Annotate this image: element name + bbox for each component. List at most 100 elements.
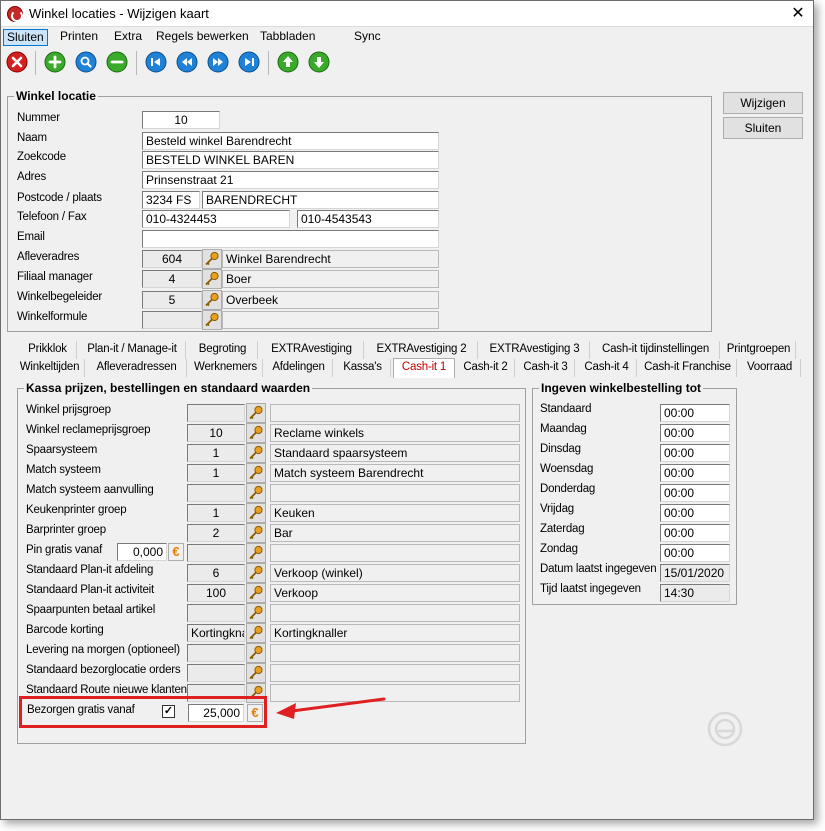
telefoon-field[interactable]: 010-4324453: [142, 210, 290, 228]
email-field[interactable]: [142, 230, 439, 248]
title-bar: Winkel locaties - Wijzigen kaart ✕: [1, 1, 813, 27]
ingeven-row-field[interactable]: 00:00: [660, 504, 730, 522]
zoekcode-field[interactable]: BESTELD WINKEL BAREN: [142, 151, 439, 169]
lookup-key-icon[interactable]: [246, 403, 266, 423]
postcode-label: Postcode / plaats: [17, 192, 102, 204]
tab-cash-it-1[interactable]: Cash-it 1: [393, 358, 455, 378]
lookup-key-icon[interactable]: [246, 443, 266, 463]
close-window-icon[interactable]: ✕: [787, 4, 809, 24]
nummer-field[interactable]: 10: [142, 111, 220, 129]
kassa-row-code-field[interactable]: 2: [187, 524, 245, 542]
menu-regels-bewerken[interactable]: Regels bewerken: [153, 29, 252, 46]
kassa-row-code-field[interactable]: [187, 544, 245, 562]
kassa-row-code-field[interactable]: 1: [187, 464, 245, 482]
kassa-row-code-field[interactable]: Kortingknall: [187, 624, 245, 642]
next-record-icon[interactable]: [207, 51, 229, 73]
tab-begroting[interactable]: Begroting: [188, 341, 258, 359]
kassa-row-code-field[interactable]: 1: [187, 504, 245, 522]
kassa-row-code-field[interactable]: 100: [187, 584, 245, 602]
postcode-field[interactable]: 3234 FS: [142, 191, 200, 209]
lookup-key-icon[interactable]: [246, 483, 266, 503]
tab-printgroepen[interactable]: Printgroepen: [722, 341, 796, 359]
lookup-key-icon[interactable]: [202, 290, 222, 310]
tab-winkeltijden[interactable]: Winkeltijden: [15, 359, 85, 377]
lookup-key-icon[interactable]: [246, 543, 266, 563]
pin-gratis-amount-field[interactable]: 0,000: [117, 543, 167, 561]
lookup-key-icon[interactable]: [246, 463, 266, 483]
filiaal-manager-code-field[interactable]: 4: [142, 270, 202, 288]
previous-record-icon[interactable]: [176, 51, 198, 73]
lookup-key-icon[interactable]: [246, 663, 266, 683]
sluiten-button[interactable]: Sluiten: [723, 117, 803, 139]
kassa-row-code-field[interactable]: [187, 484, 245, 502]
kassa-row-code-field[interactable]: 1: [187, 444, 245, 462]
tab-cash-it-franchise[interactable]: Cash-it Franchise: [639, 359, 737, 377]
kassa-row-code-field[interactable]: [187, 404, 245, 422]
tab-kassas[interactable]: Kassa's: [335, 359, 391, 377]
down-icon[interactable]: [308, 51, 330, 73]
first-record-icon[interactable]: [145, 51, 167, 73]
tab-extravestiging-2[interactable]: EXTRAvestiging 2: [366, 341, 478, 359]
menu-printen[interactable]: Printen: [57, 29, 101, 46]
tab-cash-it-3[interactable]: Cash-it 3: [517, 359, 575, 377]
lookup-key-icon[interactable]: [246, 643, 266, 663]
lookup-key-icon[interactable]: [246, 563, 266, 583]
tab-afdelingen[interactable]: Afdelingen: [265, 359, 333, 377]
naam-field[interactable]: Besteld winkel Barendrecht: [142, 132, 439, 150]
ingeven-row-field[interactable]: 00:00: [660, 464, 730, 482]
tab-prikklok[interactable]: Prikklok: [19, 341, 77, 359]
highlight-box: [19, 696, 267, 728]
zoekcode-label: Zoekcode: [17, 151, 66, 163]
lookup-key-icon[interactable]: [246, 583, 266, 603]
lookup-key-icon[interactable]: [246, 603, 266, 623]
ingeven-row-field[interactable]: 00:00: [660, 544, 730, 562]
tab-extravestiging-3[interactable]: EXTRAvestiging 3: [480, 341, 590, 359]
tab-afleveradressen[interactable]: Afleveradressen: [87, 359, 187, 377]
wijzigen-button[interactable]: Wijzigen: [723, 92, 803, 114]
kassa-row-code-field[interactable]: 6: [187, 564, 245, 582]
lookup-key-icon[interactable]: [246, 623, 266, 643]
menu-sluiten[interactable]: Sluiten: [3, 29, 48, 46]
kassa-row-label: Match systeem aanvulling: [26, 484, 154, 496]
tab-cash-it-2[interactable]: Cash-it 2: [457, 359, 515, 377]
add-green-icon[interactable]: [44, 51, 66, 73]
winkelformule-code-field[interactable]: [142, 311, 202, 329]
lookup-key-icon[interactable]: [246, 503, 266, 523]
tab-extravestiging[interactable]: EXTRAvestiging: [260, 341, 364, 359]
tab-voorraad[interactable]: Voorraad: [739, 359, 801, 377]
up-icon[interactable]: [277, 51, 299, 73]
tab-plan-it[interactable]: Plan-it / Manage-it: [79, 341, 186, 359]
menu-sync[interactable]: Sync: [351, 29, 384, 46]
fax-field[interactable]: 010-4543543: [297, 210, 439, 228]
search-blue-icon[interactable]: [75, 51, 97, 73]
kassa-row-code-field[interactable]: [187, 664, 245, 682]
afleveradres-code-field[interactable]: 604: [142, 250, 202, 268]
last-record-icon[interactable]: [238, 51, 260, 73]
menu-tabbladen[interactable]: Tabbladen: [257, 29, 318, 46]
kassa-row-code-field[interactable]: [187, 644, 245, 662]
close-red-icon[interactable]: [6, 51, 28, 73]
menu-extra[interactable]: Extra: [111, 29, 145, 46]
ingeven-row-label: Donderdag: [540, 483, 596, 495]
lookup-key-icon[interactable]: [246, 423, 266, 443]
lookup-key-icon[interactable]: [202, 269, 222, 289]
tab-werknemers[interactable]: Werknemers: [189, 359, 263, 377]
ingeven-row-field[interactable]: 00:00: [660, 404, 730, 422]
adres-field[interactable]: Prinsenstraat 21: [142, 171, 439, 189]
ingeven-row-field[interactable]: 00:00: [660, 484, 730, 502]
ingeven-row-field[interactable]: 00:00: [660, 444, 730, 462]
lookup-key-icon[interactable]: [202, 310, 222, 330]
kassa-row-code-field[interactable]: [187, 604, 245, 622]
plaats-field[interactable]: BARENDRECHT: [202, 191, 439, 209]
lookup-key-icon[interactable]: [246, 523, 266, 543]
lookup-key-icon[interactable]: [202, 249, 222, 269]
tab-cash-it-tijdinstellingen[interactable]: Cash-it tijdinstellingen: [592, 341, 720, 359]
ingeven-row-field[interactable]: 00:00: [660, 524, 730, 542]
remove-green-icon[interactable]: [106, 51, 128, 73]
euro-icon[interactable]: €: [168, 543, 184, 561]
filiaal-manager-label: Filiaal manager: [17, 271, 93, 283]
kassa-row-code-field[interactable]: 10: [187, 424, 245, 442]
ingeven-row-field[interactable]: 00:00: [660, 424, 730, 442]
tab-cash-it-4[interactable]: Cash-it 4: [577, 359, 637, 377]
winkelbegeleider-code-field[interactable]: 5: [142, 291, 202, 309]
